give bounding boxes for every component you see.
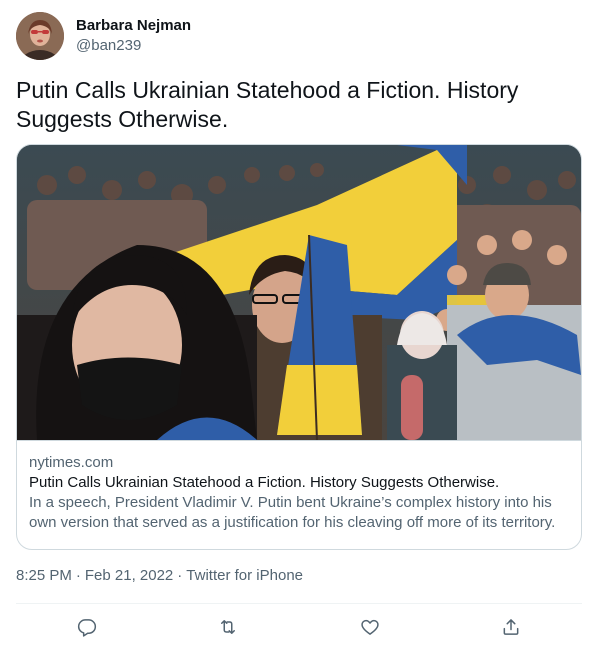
card-image — [17, 145, 581, 440]
card-title: Putin Calls Ukrainian Statehood a Fictio… — [29, 474, 500, 491]
share-button[interactable] — [492, 608, 530, 646]
like-button[interactable] — [351, 608, 389, 646]
card-body: nytimes.com Putin Calls Ukrainian Stateh… — [17, 440, 581, 533]
meta-separator: · — [177, 567, 183, 584]
tweet-date[interactable]: Feb 21, 2022 — [85, 566, 173, 586]
avatar[interactable] — [16, 12, 64, 60]
like-icon — [361, 619, 379, 635]
action-bar — [16, 608, 582, 646]
tweet: Barbara Nejman @ban239 Putin Calls Ukrai… — [0, 0, 598, 650]
display-name[interactable]: Barbara Nejman — [76, 16, 191, 36]
tweet-meta: 8:25 PM · Feb 21, 2022 · Twitter for iPh… — [16, 566, 303, 586]
divider — [16, 603, 582, 604]
tweet-text: Putin Calls Ukrainian Statehood a Fictio… — [16, 77, 519, 132]
retweet-button[interactable] — [209, 608, 247, 646]
tweet-time[interactable]: 8:25 PM — [16, 566, 72, 586]
reply-button[interactable] — [68, 608, 106, 646]
share-icon — [503, 619, 519, 635]
handle[interactable]: @ban239 — [76, 36, 191, 56]
card-description: In a speech, President Vladimir V. Putin… — [29, 494, 556, 531]
avatar-image — [16, 12, 64, 60]
retweet-icon — [221, 620, 236, 634]
meta-separator: · — [75, 567, 81, 584]
tweet-header: Barbara Nejman @ban239 — [16, 12, 191, 60]
link-card[interactable]: nytimes.com Putin Calls Ukrainian Stateh… — [16, 144, 582, 550]
tweet-source[interactable]: Twitter for iPhone — [186, 566, 303, 586]
reply-icon — [77, 619, 96, 637]
card-domain: nytimes.com — [29, 454, 114, 471]
author-names: Barbara Nejman @ban239 — [76, 16, 191, 56]
